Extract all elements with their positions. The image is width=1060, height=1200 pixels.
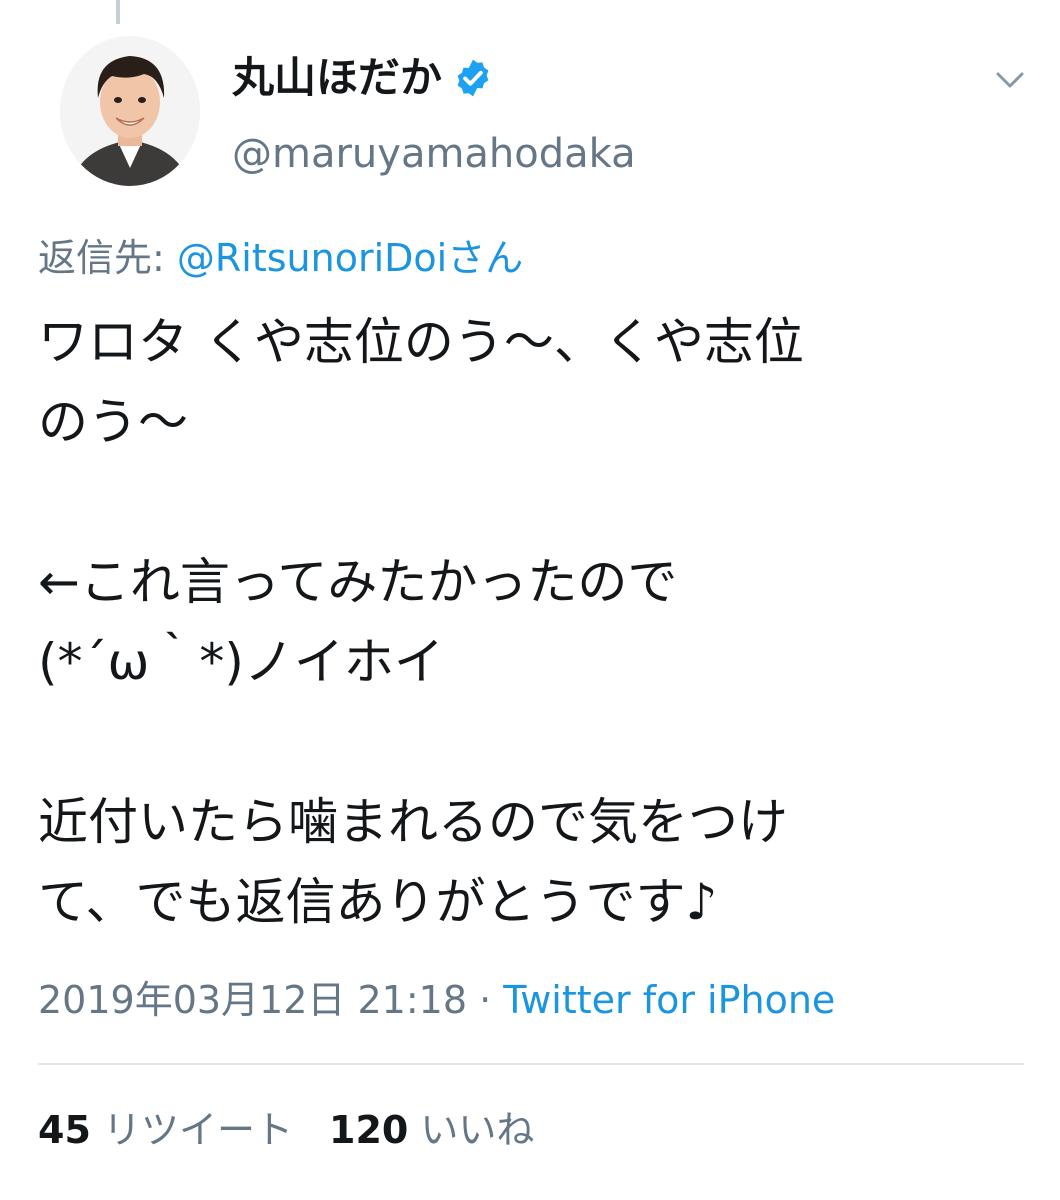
reply-label: 返信先: [38, 236, 177, 280]
chevron-down-icon[interactable] [990, 60, 1030, 100]
retweet-label: リツイート [102, 1108, 293, 1152]
avatar[interactable] [60, 36, 200, 186]
tweet-text: ワロタ くや志位のう〜、くや志位 のう〜 ←これ言ってみたかったので (*´ω｀… [38, 313, 804, 931]
tweet-stats: 45 リツイート 120 いいね [38, 1104, 534, 1156]
user-handle[interactable]: @maruyamahodaka [232, 128, 636, 180]
display-name-text: 丸山ほだか [232, 53, 443, 102]
verified-badge-icon [457, 59, 489, 97]
meta-separator: · [467, 978, 504, 1022]
reply-context: 返信先: @RitsunoriDoiさん [38, 232, 523, 284]
reply-mention-link[interactable]: @RitsunoriDoiさん [177, 236, 523, 280]
divider [38, 1063, 1024, 1065]
like-count: 120 [329, 1108, 409, 1152]
likes-stat[interactable]: 120 いいね [329, 1108, 534, 1152]
tweet-source-link[interactable]: Twitter for iPhone [503, 978, 835, 1022]
thread-line [116, 0, 120, 24]
retweets-stat[interactable]: 45 リツイート [38, 1108, 293, 1152]
retweet-count: 45 [38, 1108, 91, 1152]
tweet-detail: 丸山ほだか @maruyamahodaka 返信先: @RitsunoriDoi… [0, 0, 1060, 1200]
tweet-timestamp[interactable]: 2019年03月12日 21:18 [38, 978, 467, 1022]
display-name[interactable]: 丸山ほだか [232, 50, 494, 106]
like-label: いいね [420, 1108, 535, 1152]
avatar-image [60, 36, 200, 186]
tweet-meta: 2019年03月12日 21:18 · Twitter for iPhone [38, 974, 835, 1026]
